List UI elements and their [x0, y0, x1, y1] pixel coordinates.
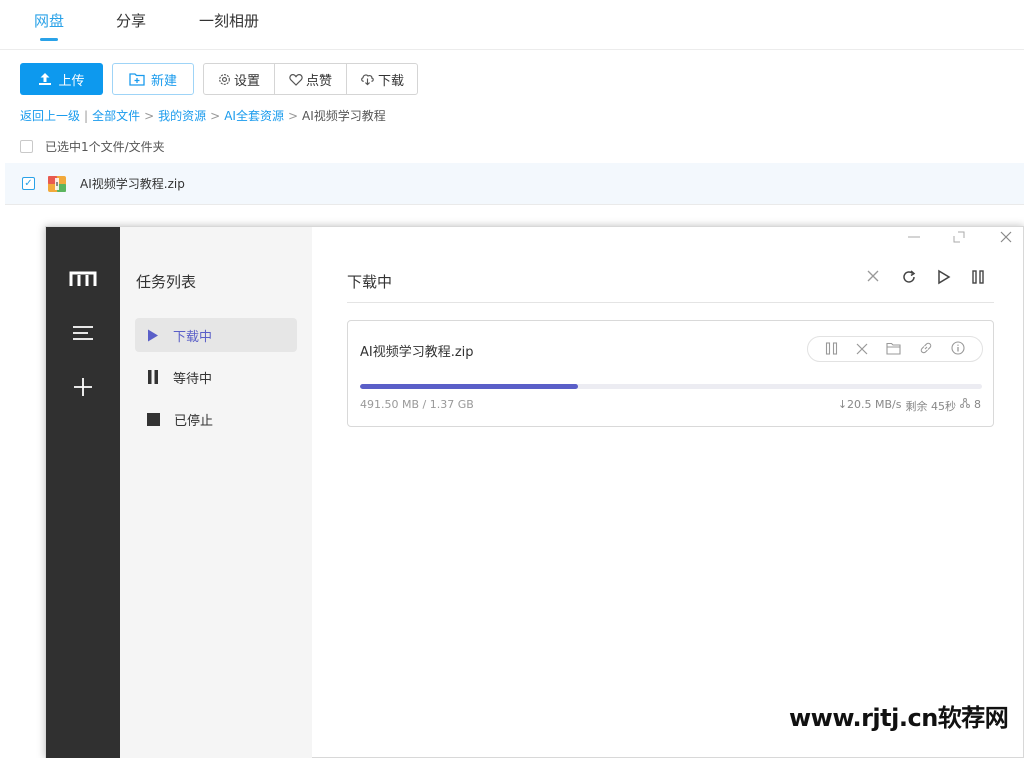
breadcrumb-separator: >	[144, 108, 155, 123]
cloud-download-icon	[361, 74, 374, 86]
sidebar-item-waiting[interactable]: 等待中	[135, 360, 297, 394]
download-manager-window: 任务列表 下载中 等待中 已停止 下载中 AI视频学习教程.zip 491.50…	[45, 226, 1024, 758]
breadcrumb: 返回上一级 | 全部文件 > 我的资源 > AI全套资源 > AI视频学习教程	[20, 107, 386, 124]
download-task-card[interactable]: AI视频学习教程.zip 491.50 MB / 1.37 GB ↓20.5 M…	[347, 320, 994, 427]
add-task-icon[interactable]	[68, 372, 98, 402]
breadcrumb-back[interactable]: 返回上一级	[20, 107, 80, 124]
app-logo-icon	[68, 264, 98, 294]
select-all-checkbox[interactable]	[20, 140, 33, 153]
upload-button[interactable]: 上传	[20, 63, 103, 95]
stop-icon	[147, 412, 160, 426]
info-icon[interactable]	[951, 340, 965, 359]
tab-share[interactable]: 分享	[116, 10, 146, 31]
action-button-group: 设置 点赞 下载	[203, 63, 418, 95]
task-speed: ↓20.5 MB/s	[837, 398, 902, 411]
pause-icon	[148, 370, 158, 384]
new-folder-icon	[129, 73, 145, 86]
selection-bar: 已选中1个文件/文件夹	[20, 138, 165, 155]
breadcrumb-separator: >	[210, 108, 221, 123]
task-stats: ↓20.5 MB/s 剩余 45秒 8	[838, 398, 981, 414]
file-checkbox[interactable]: ✓	[22, 177, 35, 190]
minimize-icon[interactable]	[908, 231, 920, 247]
task-remaining: 剩余 45秒	[905, 400, 957, 413]
downloading-view: 下载中 AI视频学习教程.zip 491.50 MB / 1.37 GB ↓20…	[312, 227, 1024, 758]
breadcrumb-separator: >	[287, 108, 299, 123]
file-name[interactable]: AI视频学习教程.zip	[80, 175, 185, 192]
maximize-icon[interactable]	[953, 231, 965, 247]
task-size: 491.50 MB / 1.37 GB	[360, 398, 474, 411]
play-icon	[148, 329, 158, 341]
sidebar-item-label: 下载中	[173, 329, 213, 345]
task-connections: 8	[974, 398, 981, 411]
connections-icon	[960, 398, 970, 414]
settings-button[interactable]: 设置	[204, 64, 275, 94]
progress-track	[360, 384, 982, 389]
task-actions	[807, 336, 983, 362]
like-label: 点赞	[305, 73, 332, 89]
top-nav: 网盘 分享 一刻相册	[0, 0, 1024, 50]
like-button[interactable]: 点赞	[275, 64, 347, 94]
header-divider	[347, 302, 994, 303]
task-file-name: AI视频学习教程.zip	[360, 345, 474, 360]
task-list-panel: 任务列表 下载中 等待中 已停止	[120, 227, 312, 758]
new-label: 新建	[150, 73, 177, 89]
close-window-icon[interactable]	[1000, 231, 1012, 247]
download-button[interactable]: 下载	[347, 64, 417, 94]
pause-task-icon[interactable]	[825, 340, 838, 359]
new-button[interactable]: 新建	[112, 63, 194, 95]
pause-all-icon[interactable]	[971, 269, 985, 285]
zip-archive-icon	[48, 175, 66, 192]
gear-icon	[219, 73, 230, 85]
sidebar-item-label: 等待中	[173, 371, 213, 387]
sidebar-item-downloading[interactable]: 下载中	[135, 318, 297, 352]
clear-icon[interactable]	[866, 269, 880, 283]
delete-task-icon[interactable]	[856, 340, 868, 359]
selection-count: 已选中1个文件/文件夹	[45, 140, 165, 154]
breadcrumb-current: AI视频学习教程	[302, 109, 386, 123]
breadcrumb-divider: |	[84, 108, 89, 123]
download-label: 下载	[377, 73, 404, 89]
heart-icon	[289, 73, 303, 86]
upload-label: 上传	[58, 73, 85, 89]
sidebar-item-label: 已停止	[174, 413, 214, 429]
watermark: www.rjtj.cn软荐网	[789, 704, 1009, 732]
menu-icon[interactable]	[68, 318, 98, 348]
screen: 网盘 分享 一刻相册 上传 新建 设置 点赞 下载 返回上一级 | 全部文件 >…	[0, 0, 1024, 758]
folder-icon[interactable]	[886, 340, 901, 359]
view-title: 下载中	[347, 273, 393, 291]
file-row[interactable]: ✓ AI视频学习教程.zip	[5, 163, 1024, 205]
breadcrumb-ai-resources[interactable]: AI全套资源	[224, 107, 284, 124]
tab-netdisk[interactable]: 网盘	[34, 10, 64, 31]
link-icon[interactable]	[919, 340, 933, 359]
breadcrumb-my-resources[interactable]: 我的资源	[158, 107, 206, 124]
refresh-icon[interactable]	[901, 269, 917, 285]
sidebar-item-stopped[interactable]: 已停止	[135, 402, 297, 436]
app-rail	[46, 227, 120, 758]
tab-album[interactable]: 一刻相册	[199, 10, 259, 31]
breadcrumb-all-files[interactable]: 全部文件	[92, 107, 140, 124]
resume-all-icon[interactable]	[937, 269, 951, 285]
progress-fill	[360, 384, 578, 389]
active-tab-indicator	[40, 38, 58, 41]
task-list-title: 任务列表	[136, 273, 197, 291]
settings-label: 设置	[233, 73, 260, 89]
upload-icon	[39, 73, 52, 85]
